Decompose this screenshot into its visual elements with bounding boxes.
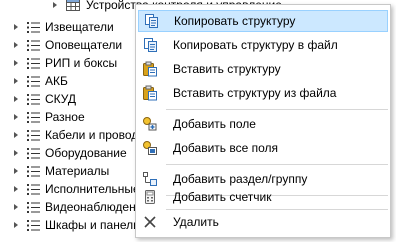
menu-item-paste-structure-from-file[interactable]: Вставить структуру из файла [138, 82, 388, 104]
expand-arrow-icon[interactable] [14, 204, 18, 210]
expand-arrow-icon[interactable] [14, 24, 18, 30]
expand-arrow-icon[interactable] [14, 186, 18, 192]
menu-item-label: Копировать структуру в файл [173, 38, 338, 52]
list-icon [27, 75, 40, 87]
menu-item-label: Добавить счетчик [173, 190, 272, 204]
copy-to-file-icon [144, 38, 157, 52]
list-icon [27, 39, 40, 51]
tree-item-cabinets[interactable]: Шкафы и панели [14, 216, 140, 234]
table-icon [66, 0, 80, 11]
tree-item-label: РИП и боксы [45, 56, 118, 70]
expand-arrow-icon[interactable] [14, 42, 18, 48]
menu-item-delete[interactable]: Удалить [138, 211, 388, 233]
expand-arrow-icon[interactable] [14, 96, 18, 102]
menu-item-add-counter[interactable]: Добавить счетчик [138, 186, 388, 208]
menu-item-label: Добавить все поля [173, 141, 279, 155]
menu-item-label: Удалить [173, 215, 219, 229]
tree-item-label: Материалы [45, 164, 110, 178]
tree-item-access-control[interactable]: СКУД [14, 90, 76, 108]
list-icon [27, 21, 40, 33]
tree-item-detectors[interactable]: Извещатели [14, 18, 114, 36]
menu-separator [166, 164, 388, 165]
menu-separator [166, 109, 388, 110]
list-icon [27, 165, 40, 177]
list-icon [27, 219, 40, 231]
expand-arrow-icon[interactable] [14, 132, 18, 138]
expand-arrow-icon[interactable] [14, 78, 18, 84]
tree-item-label: Исполнительные [45, 182, 140, 196]
menu-item-add-all-fields[interactable]: Добавить все поля [138, 137, 388, 159]
menu-item-paste-structure[interactable]: Вставить структуру [138, 58, 388, 80]
menu-item-label: Добавить поле [173, 117, 256, 131]
list-icon [27, 201, 40, 213]
list-icon [27, 183, 40, 195]
tree-item-actuators[interactable]: Исполнительные [14, 180, 140, 198]
expand-arrow-icon[interactable] [14, 150, 18, 156]
menu-item-label: Копировать структуру [174, 14, 296, 28]
tree-item-label: Шкафы и панели [45, 218, 140, 232]
tree-item-label: Разное [45, 110, 85, 124]
tree-item-video[interactable]: Видеонаблюдение [14, 198, 149, 216]
menu-item-label: Вставить структуру из файла [173, 86, 337, 100]
context-menu: Копировать структуру Копировать структур… [135, 4, 391, 238]
add-field-icon [143, 117, 157, 131]
tree-item-cables[interactable]: Кабели и провода [14, 126, 145, 144]
list-icon [27, 93, 40, 105]
counter-icon [145, 190, 155, 204]
tree-item-label: Видеонаблюдение [45, 200, 150, 214]
list-icon [27, 129, 40, 141]
copy-structure-icon [145, 14, 158, 28]
tree-item-notifiers[interactable]: Оповещатели [14, 36, 122, 54]
tree-item-label: Оборудование [45, 146, 127, 160]
menu-item-add-field[interactable]: Добавить поле [138, 113, 388, 135]
expand-arrow-icon[interactable] [14, 222, 18, 228]
paste-structure-icon [143, 61, 157, 77]
expand-arrow-icon[interactable] [14, 60, 18, 66]
menu-item-label: Вставить структуру [173, 62, 281, 76]
tree-item-label: Оповещатели [45, 38, 123, 52]
tree-item-misc[interactable]: Разное [14, 108, 85, 126]
tree-item-equipment[interactable]: Оборудование [14, 144, 127, 162]
list-icon [27, 147, 40, 159]
delete-icon [144, 216, 156, 228]
menu-separator [166, 209, 388, 210]
tree-item-label: Кабели и провода [45, 128, 145, 142]
add-section-icon [143, 172, 157, 186]
expand-arrow-icon[interactable] [14, 168, 18, 174]
expand-arrow-icon[interactable] [14, 114, 18, 120]
tree-item-label: Извещатели [45, 20, 114, 34]
tree-item-batteries[interactable]: АКБ [14, 72, 68, 90]
expand-arrow-icon[interactable] [53, 2, 57, 8]
add-all-fields-icon [143, 141, 157, 155]
list-icon [27, 111, 40, 123]
tree-item-label: СКУД [45, 92, 77, 106]
tree-item-materials[interactable]: Материалы [14, 162, 109, 180]
menu-item-copy-structure-to-file[interactable]: Копировать структуру в файл [138, 34, 388, 56]
tree-item-power[interactable]: РИП и боксы [14, 54, 117, 72]
tree-item-label: АКБ [45, 74, 68, 88]
menu-item-copy-structure[interactable]: Копировать структуру [138, 10, 388, 32]
list-icon [27, 57, 40, 69]
paste-from-file-icon [143, 85, 157, 101]
